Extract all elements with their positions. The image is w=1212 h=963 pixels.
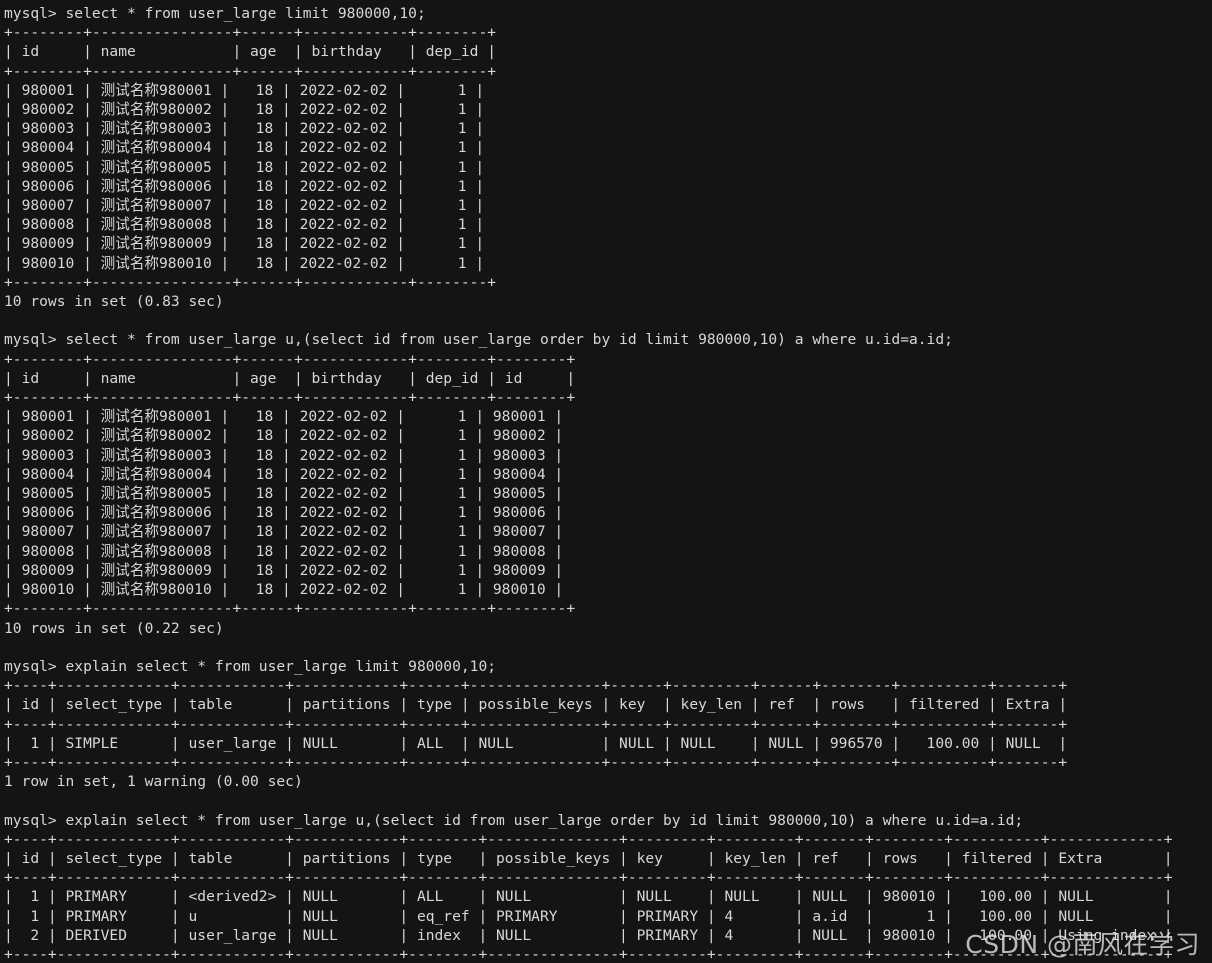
terminal-output: mysql> select * from user_large limit 98…	[4, 5, 1173, 963]
terminal-window[interactable]: mysql> select * from user_large limit 98…	[0, 0, 1212, 963]
